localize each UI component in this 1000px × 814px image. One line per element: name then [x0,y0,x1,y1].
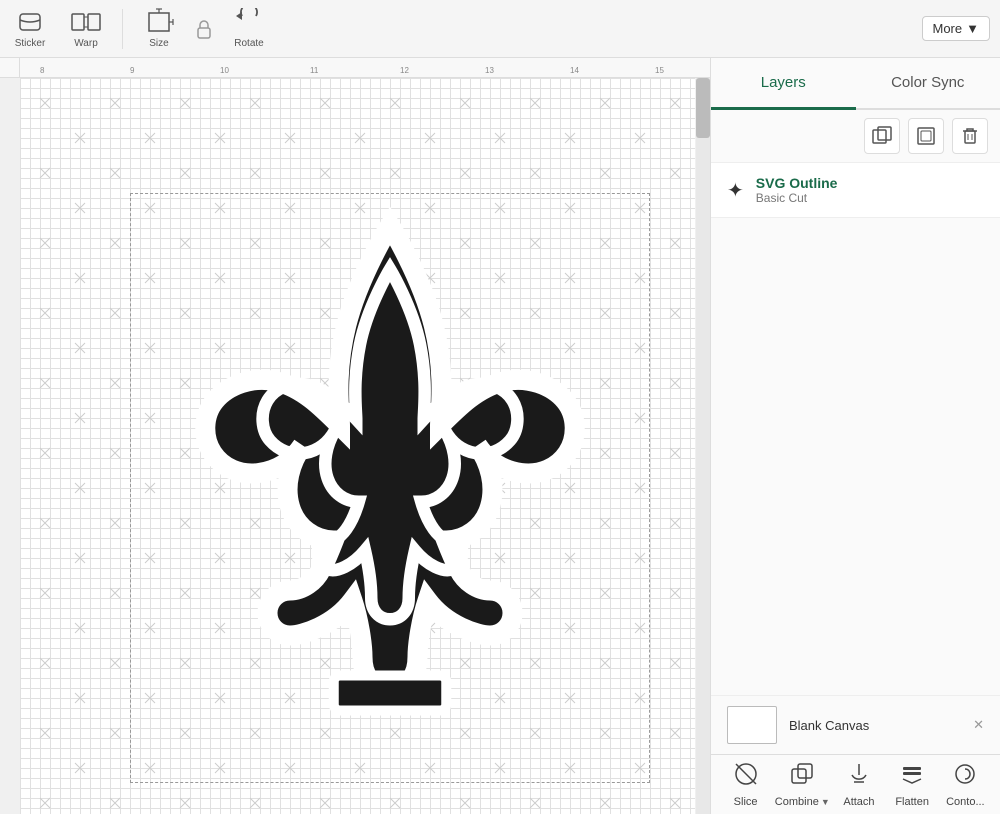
move-to-mat-button[interactable] [908,118,944,154]
separator-1 [122,9,123,49]
slice-icon [733,761,759,793]
combine-dropdown-arrow: ▼ [821,797,830,807]
fleur-de-lis[interactable] [140,198,640,778]
contour-button[interactable]: Conto... [941,761,989,808]
ruler-horizontal: 8 9 10 11 12 13 14 15 [20,58,710,78]
panel-bottom-toolbar: Slice Combine ▼ [711,754,1000,814]
grid-canvas[interactable] [20,78,695,814]
contour-icon [952,761,978,793]
sticker-tool[interactable]: Sticker [10,8,50,49]
panel-tabs: Layers Color Sync [711,58,1000,110]
canvas-area: 8 9 10 11 12 13 14 15 [0,58,710,814]
toolbar: Sticker Warp Size [0,0,1000,58]
main-area: 8 9 10 11 12 13 14 15 [0,58,1000,814]
size-icon [143,8,175,36]
ruler-mark-10: 10 [220,66,229,75]
layer-item-info: SVG Outline Basic Cut [756,175,984,205]
ruler-mark-11: 11 [310,66,318,75]
blank-canvas-thumbnail [727,706,777,744]
ruler-mark-15: 15 [655,66,664,75]
more-button[interactable]: More ▼ [922,16,991,41]
flatten-button[interactable]: Flatten [888,761,936,808]
rotate-tool[interactable]: Rotate [229,8,269,49]
combine-icon [789,761,815,793]
ruler-mark-13: 13 [485,66,494,75]
right-panel: Layers Color Sync [710,58,1000,814]
ruler-mark-9: 9 [130,66,134,75]
layer-item-icon: ✦ [727,178,744,203]
blank-canvas-close-button[interactable]: ✕ [973,717,984,733]
scrollbar-thumb[interactable] [696,78,710,138]
ruler-mark-8: 8 [40,66,44,75]
slice-button[interactable]: Slice [722,761,770,808]
attach-icon [846,761,872,793]
ruler-mark-12: 12 [400,66,409,75]
size-tool[interactable]: Size [139,8,179,49]
move-to-mat-icon [916,126,936,146]
panel-icons-row [711,110,1000,163]
panel-content: ✦ SVG Outline Basic Cut Blank Canvas ✕ [711,163,1000,754]
layer-item-name: SVG Outline [756,175,984,191]
ruler-mark-14: 14 [570,66,579,75]
rotate-icon [233,8,265,36]
blank-canvas-row: Blank Canvas ✕ [711,695,1000,754]
ruler-corner [0,58,20,78]
duplicate-icon [872,126,892,146]
attach-button[interactable]: Attach [835,761,883,808]
delete-icon [960,126,980,146]
layer-item-svg-outline[interactable]: ✦ SVG Outline Basic Cut [711,163,1000,218]
tab-color-sync[interactable]: Color Sync [856,58,1000,108]
sticker-icon [14,8,46,36]
duplicate-button[interactable] [864,118,900,154]
delete-button[interactable] [952,118,988,154]
layer-item-subtext: Basic Cut [756,191,984,205]
lock-icon[interactable] [195,18,213,40]
warp-icon [70,8,102,36]
combine-button[interactable]: Combine ▼ [775,761,830,808]
tab-layers[interactable]: Layers [711,58,856,110]
flatten-icon [899,761,925,793]
vertical-scrollbar[interactable] [696,78,710,814]
blank-canvas-label: Blank Canvas [789,718,869,733]
warp-tool[interactable]: Warp [66,8,106,49]
